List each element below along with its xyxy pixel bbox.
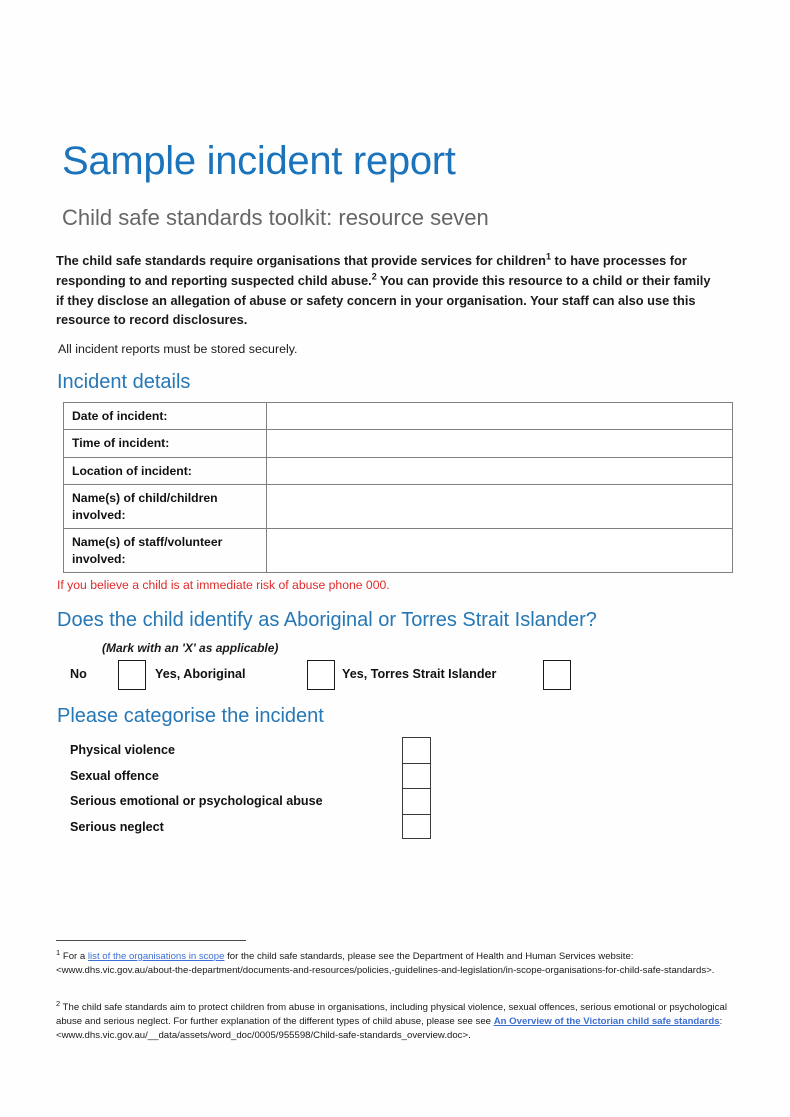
row-label-children-involved: Name(s) of child/children involved: [63, 484, 267, 530]
category-label-sexual-offence: Sexual offence [70, 768, 159, 783]
row-label-location-of-incident: Location of incident: [63, 456, 267, 486]
row-value-time-of-incident[interactable] [266, 429, 733, 458]
aboriginal-options-row: No Yes, Aboriginal Yes, Torres Strait Is… [68, 660, 728, 692]
category-checkbox-column [402, 737, 431, 839]
table-row: Name(s) of child/children involved: [63, 484, 733, 530]
section-heading-categorise-incident: Please categorise the incident [57, 705, 324, 727]
checkbox-physical-violence[interactable] [402, 737, 431, 763]
page-title: Sample incident report [62, 139, 456, 183]
table-row: Location of incident: [63, 456, 733, 486]
document-page: Sample incident report Child safe standa… [0, 0, 790, 1117]
row-value-children-involved[interactable] [266, 484, 733, 530]
category-label-serious-emotional-or-psychological-abuse: Serious emotional or psychological abuse [70, 794, 323, 808]
footnote-1: 1 For a list of the organisations in sco… [56, 949, 734, 978]
checkbox-yes-torres-strait-islander[interactable] [543, 660, 571, 690]
footnote-separator [56, 940, 246, 941]
intro-paragraph: The child safe standards require organis… [56, 251, 721, 330]
page-subtitle: Child safe standards toolkit: resource s… [62, 205, 489, 230]
row-label-staff-involved: Name(s) of staff/volunteer involved: [63, 528, 267, 574]
checkbox-sexual-offence[interactable] [402, 762, 431, 788]
option-label-no: No [70, 667, 87, 681]
checkbox-yes-aboriginal[interactable] [307, 660, 335, 690]
row-label-date-of-incident: Date of incident: [63, 401, 267, 431]
checkbox-no[interactable] [118, 660, 146, 690]
row-label-time-of-incident: Time of incident: [63, 429, 267, 458]
mark-with-x-note: (Mark with an 'X' as applicable) [102, 641, 279, 655]
table-row: Date of incident: [63, 401, 733, 431]
checkbox-serious-emotional-or-psychological-abuse[interactable] [402, 788, 431, 814]
intro-part-1: The child safe standards require organis… [56, 253, 546, 268]
row-value-date-of-incident[interactable] [266, 401, 733, 431]
immediate-risk-alert: If you believe a child is at immediate r… [57, 578, 390, 592]
footnote-2-link[interactable]: An Overview of the Victorian child safe … [494, 1016, 720, 1027]
table-row: Name(s) of staff/volunteer involved: [63, 528, 733, 574]
storage-note: All incident reports must be stored secu… [58, 342, 298, 356]
footnote-2: 2 The child safe standards aim to protec… [56, 1000, 734, 1043]
option-label-yes-torres-strait-islander: Yes, Torres Strait Islander [342, 667, 497, 681]
section-heading-aboriginal-question: Does the child identify as Aboriginal or… [57, 609, 597, 631]
category-label-serious-neglect: Serious neglect [70, 819, 164, 834]
category-label-physical-violence: Physical violence [70, 743, 176, 757]
checkbox-serious-neglect[interactable] [402, 813, 431, 839]
section-heading-incident-details: Incident details [57, 371, 191, 393]
option-label-yes-aboriginal: Yes, Aboriginal [155, 667, 246, 681]
category-label-list: Physical violence Sexual offence Serious… [70, 738, 450, 840]
footnote-1-pre-link: For a [60, 951, 88, 962]
footnote-1-link[interactable]: list of the organisations in scope [88, 951, 225, 962]
row-value-location-of-incident[interactable] [266, 456, 733, 486]
incident-details-table: Date of incident: Time of incident: Loca… [63, 401, 733, 574]
row-value-staff-involved[interactable] [266, 528, 733, 574]
table-row: Time of incident: [63, 429, 733, 458]
